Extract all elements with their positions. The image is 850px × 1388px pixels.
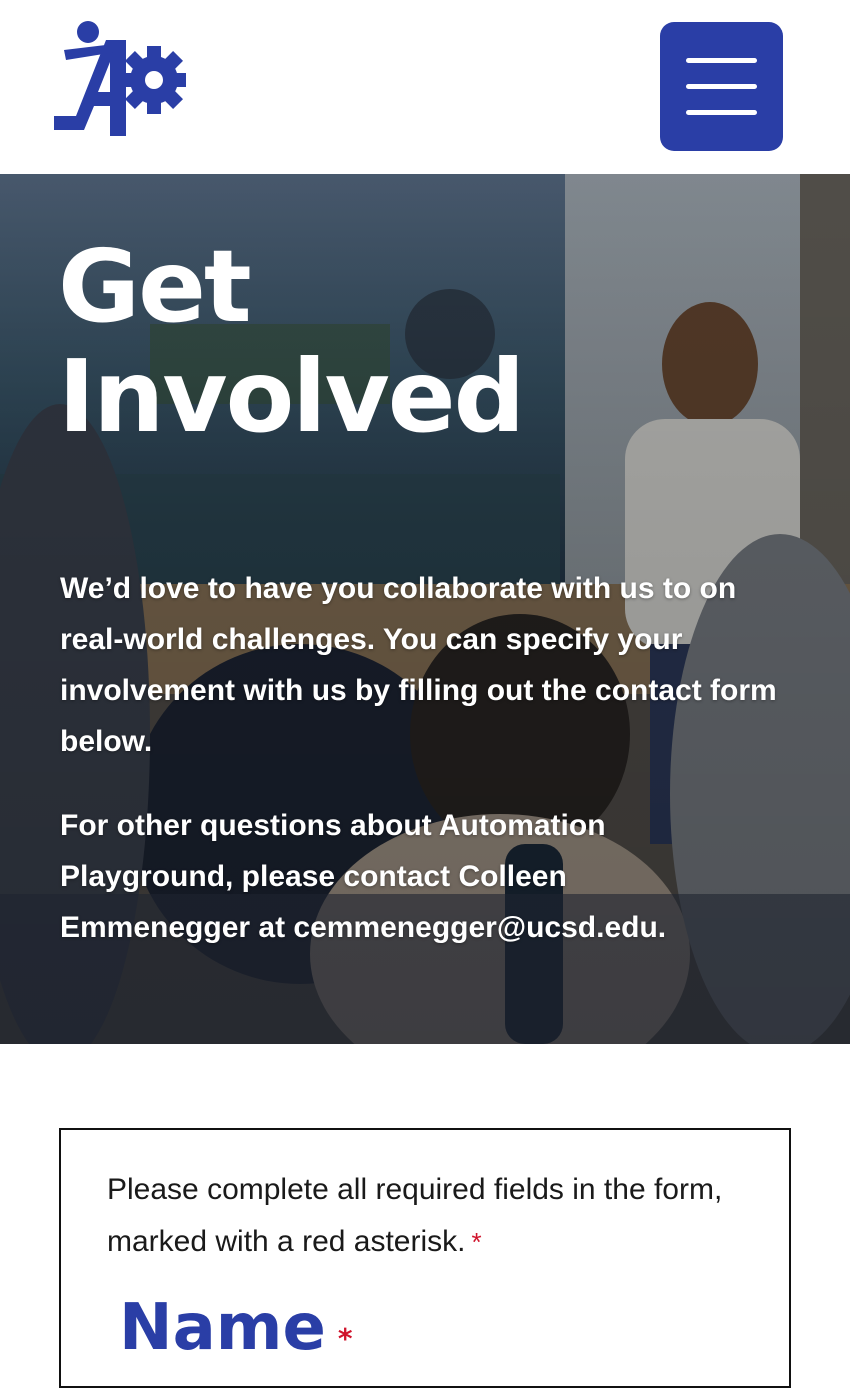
contact-form: Please complete all required fields in t…: [59, 1128, 791, 1388]
required-asterisk: *: [471, 1227, 482, 1257]
form-instructions: Please complete all required fields in t…: [107, 1164, 727, 1268]
logo-mark-icon: [54, 21, 186, 136]
hamburger-menu-icon-bar-bottom: [686, 110, 757, 115]
hero-contact-paragraph: For other questions about Automation Pla…: [60, 809, 667, 944]
menu-button[interactable]: [660, 22, 783, 151]
page-title: Get Involved: [58, 228, 525, 455]
hero-intro-paragraph: We’d love to have you collaborate with u…: [60, 572, 777, 758]
name-required-asterisk: *: [337, 1322, 353, 1356]
name-field-label: Name *: [119, 1288, 353, 1371]
automation-playground-logo[interactable]: [54, 20, 186, 140]
hamburger-menu-icon-bar-top: [686, 58, 757, 63]
form-instructions-text: Please complete all required fields in t…: [107, 1173, 723, 1258]
hamburger-menu-icon-bar-middle: [686, 84, 757, 89]
name-label-text: Name: [119, 1291, 326, 1365]
site-header: [0, 0, 850, 174]
hero-section: Get Involved We’d love to have you colla…: [0, 174, 850, 1044]
